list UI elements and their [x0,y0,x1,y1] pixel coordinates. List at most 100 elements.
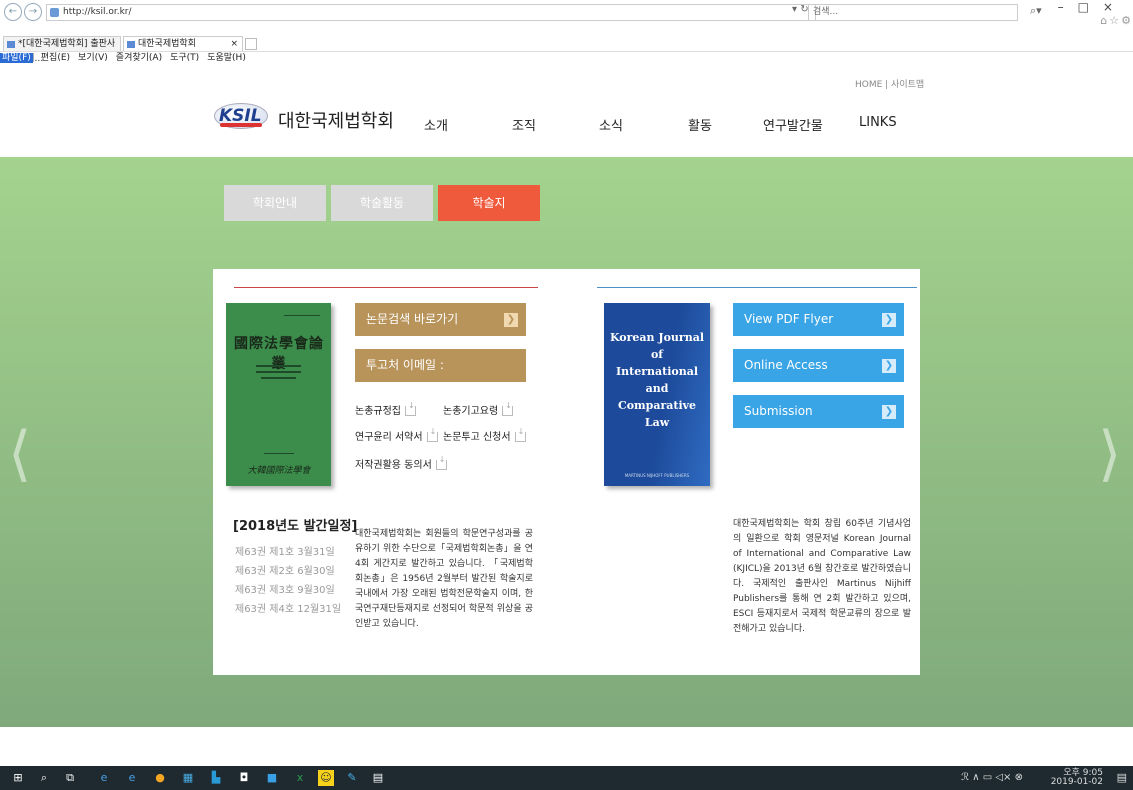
download-regulations[interactable]: 논총규정집 [355,401,416,417]
paper-search-button[interactable]: 논문검색 바로가기 ❯ [355,303,526,336]
cover-line: Korean Journal [609,331,705,344]
subtab-society-info[interactable]: 학회안내 [224,185,326,221]
menu-help[interactable]: 도움말(H) [207,53,246,63]
online-access-button[interactable]: Online Access ❯ [733,349,904,382]
view-pdf-flyer-button[interactable]: View PDF Flyer ❯ [733,303,904,336]
cover-decor [256,371,301,373]
notification-icon[interactable]: ▤ [1117,771,1127,784]
tab-strip: *[대한국제법학회] 출판사업위... 대한국제법학회 × [0,34,1133,64]
store-icon[interactable]: ◘ [236,770,252,786]
subtab-label: 학회안내 [252,196,298,210]
submission-email-button[interactable]: 투고처 이메일 : ksilpub@naver.com [355,349,526,405]
forward-icon[interactable]: → [24,3,42,21]
tab-label: 대한국제법학회 [138,39,196,49]
schedule-item: 제63권 제3호 9월30일 [235,585,335,596]
nav-links[interactable]: LINKS [859,115,897,130]
task-view-icon[interactable]: ⧉ [62,770,78,786]
tab-ksil[interactable]: 대한국제법학회 × [123,36,243,51]
search-input[interactable]: 검색... [808,4,1018,21]
window-controls[interactable]: –□× [1058,0,1127,14]
prev-arrow-icon[interactable]: ⟨ [8,419,31,489]
subtab-label: 학술지 [472,196,506,210]
tab-icon [7,41,15,48]
back-icon[interactable]: ← [4,3,22,21]
paint-icon[interactable]: ▙ [208,770,224,786]
button-label: 논문검색 바로가기 [366,312,459,326]
refresh-icon[interactable]: ▾ ↻ [792,4,809,15]
download-submission-form[interactable]: 논문투고 신청서 [443,427,526,443]
download-label: 논총기고요령 [443,406,499,417]
address-bar[interactable]: http://ksil.or.kr/ [46,4,816,21]
english-journal-cover: Korean Journal of International and Comp… [604,303,710,486]
download-label: 논총규정집 [355,406,401,417]
nav-activities[interactable]: 활동 [688,115,712,134]
menu-tools[interactable]: 도구(T) [170,53,199,63]
site-favicon-icon [50,8,59,17]
app-icon[interactable]: ■ [264,770,280,786]
content-stage: 학회안내 학술활동 학술지 ⟨ ⟩ 國際法學會論叢 大韓國際法學會 논문검색 바… [0,157,1133,727]
download-label: 연구윤리 서약서 [355,432,423,443]
tab-icon [127,41,135,48]
browser-chrome: ← → http://ksil.or.kr/ ▾ ↻ 검색... ⌕▾ –□× … [0,0,1133,65]
cover-title: Korean Journal of International and Comp… [604,329,710,431]
subtab-academic-activities[interactable]: 학술활동 [331,185,433,221]
util-links[interactable]: HOME | 사이트맵 [855,77,924,90]
schedule-title: [2018년도 발간일정] [233,519,358,534]
cover-line: and [645,382,669,395]
cover-line: International [615,365,699,378]
submission-button[interactable]: Submission ❯ [733,395,904,428]
button-label: 투고처 이메일 : ksilpub@naver.com [366,358,484,405]
schedule-item: 제63권 제4호 12월31일 [235,604,342,615]
site-header: HOME | 사이트맵 KSIL 대한국제법학회 소개 조직 소식 활동 연구발… [0,65,1133,157]
edge-icon[interactable]: e [96,770,112,786]
chevron-right-icon: ❯ [882,405,896,419]
favorites-icons[interactable]: ⌂☆⚙ [1100,14,1133,27]
tab-publishing[interactable]: *[대한국제법학회] 출판사업위... [3,36,121,64]
nav-news[interactable]: 소식 [599,115,623,134]
excel-icon[interactable]: x [292,770,308,786]
schedule-item: 제63권 제2호 6월30일 [235,566,335,577]
download-icon [435,455,447,470]
clock[interactable]: 오후 9:05 2019-01-02 [1051,769,1103,787]
korean-journal-cover: 國際法學會論叢 大韓國際法學會 [226,303,331,486]
calculator-icon[interactable]: ▤ [370,770,386,786]
internet-explorer-icon[interactable]: e [124,770,140,786]
next-arrow-icon[interactable]: ⟩ [1098,419,1121,489]
chrome-icon[interactable]: ● [152,770,168,786]
button-label: Online Access [744,358,828,372]
search-icon[interactable]: ⌕ [36,770,52,786]
new-tab-icon[interactable] [245,38,257,50]
download-icon [502,401,514,416]
menu-favorites[interactable]: 즐겨찾기(A) [116,53,162,63]
chevron-right-icon: ❯ [504,313,518,327]
nav-organization[interactable]: 조직 [512,115,536,134]
kakaotalk-icon[interactable]: ☺ [318,770,334,786]
subtab-journal[interactable]: 학술지 [438,185,540,221]
address-row: ← → http://ksil.or.kr/ ▾ ↻ 검색... ⌕▾ –□× … [0,0,1133,34]
cover-decor [284,315,320,316]
menu-edit[interactable]: 편집(E) [41,53,70,63]
chevron-right-icon: ❯ [882,313,896,327]
menu-file[interactable]: 파일(F) [0,53,33,63]
subtab-label: 학술활동 [359,196,405,210]
close-tab-icon[interactable]: × [230,37,238,52]
windows-start-icon[interactable]: ⊞ [10,770,26,786]
site-logo[interactable]: KSIL [214,101,268,131]
nav-publications[interactable]: 연구발간물 [763,115,823,134]
pen-app-icon[interactable]: ✎ [344,770,360,786]
download-guidelines[interactable]: 논총기고요령 [443,401,514,417]
download-label: 저작권활용 동의서 [355,460,432,471]
cover-decor [264,453,294,454]
cover-publisher: MARTINUS NIJHOFF PUBLISHERS [624,473,690,478]
menu-view[interactable]: 보기(V) [78,53,108,63]
address-text: http://ksil.or.kr/ [63,7,132,17]
download-ethics-pledge[interactable]: 연구윤리 서약서 [355,427,438,443]
download-copyright-consent[interactable]: 저작권활용 동의서 [355,455,447,471]
menu-bar: 파일(F) 편집(E) 보기(V) 즐겨찾기(A) 도구(T) 도움말(H) [0,52,254,65]
cover-line: Law [644,416,670,429]
site-name[interactable]: 대한국제법학회 [278,107,394,133]
system-tray-icons[interactable]: ℛ ∧ ▭ ◁× ⊗ [961,772,1023,783]
search-icon[interactable]: ⌕▾ [1030,4,1042,18]
nav-about[interactable]: 소개 [424,115,448,134]
file-explorer-icon[interactable]: ▦ [180,770,196,786]
